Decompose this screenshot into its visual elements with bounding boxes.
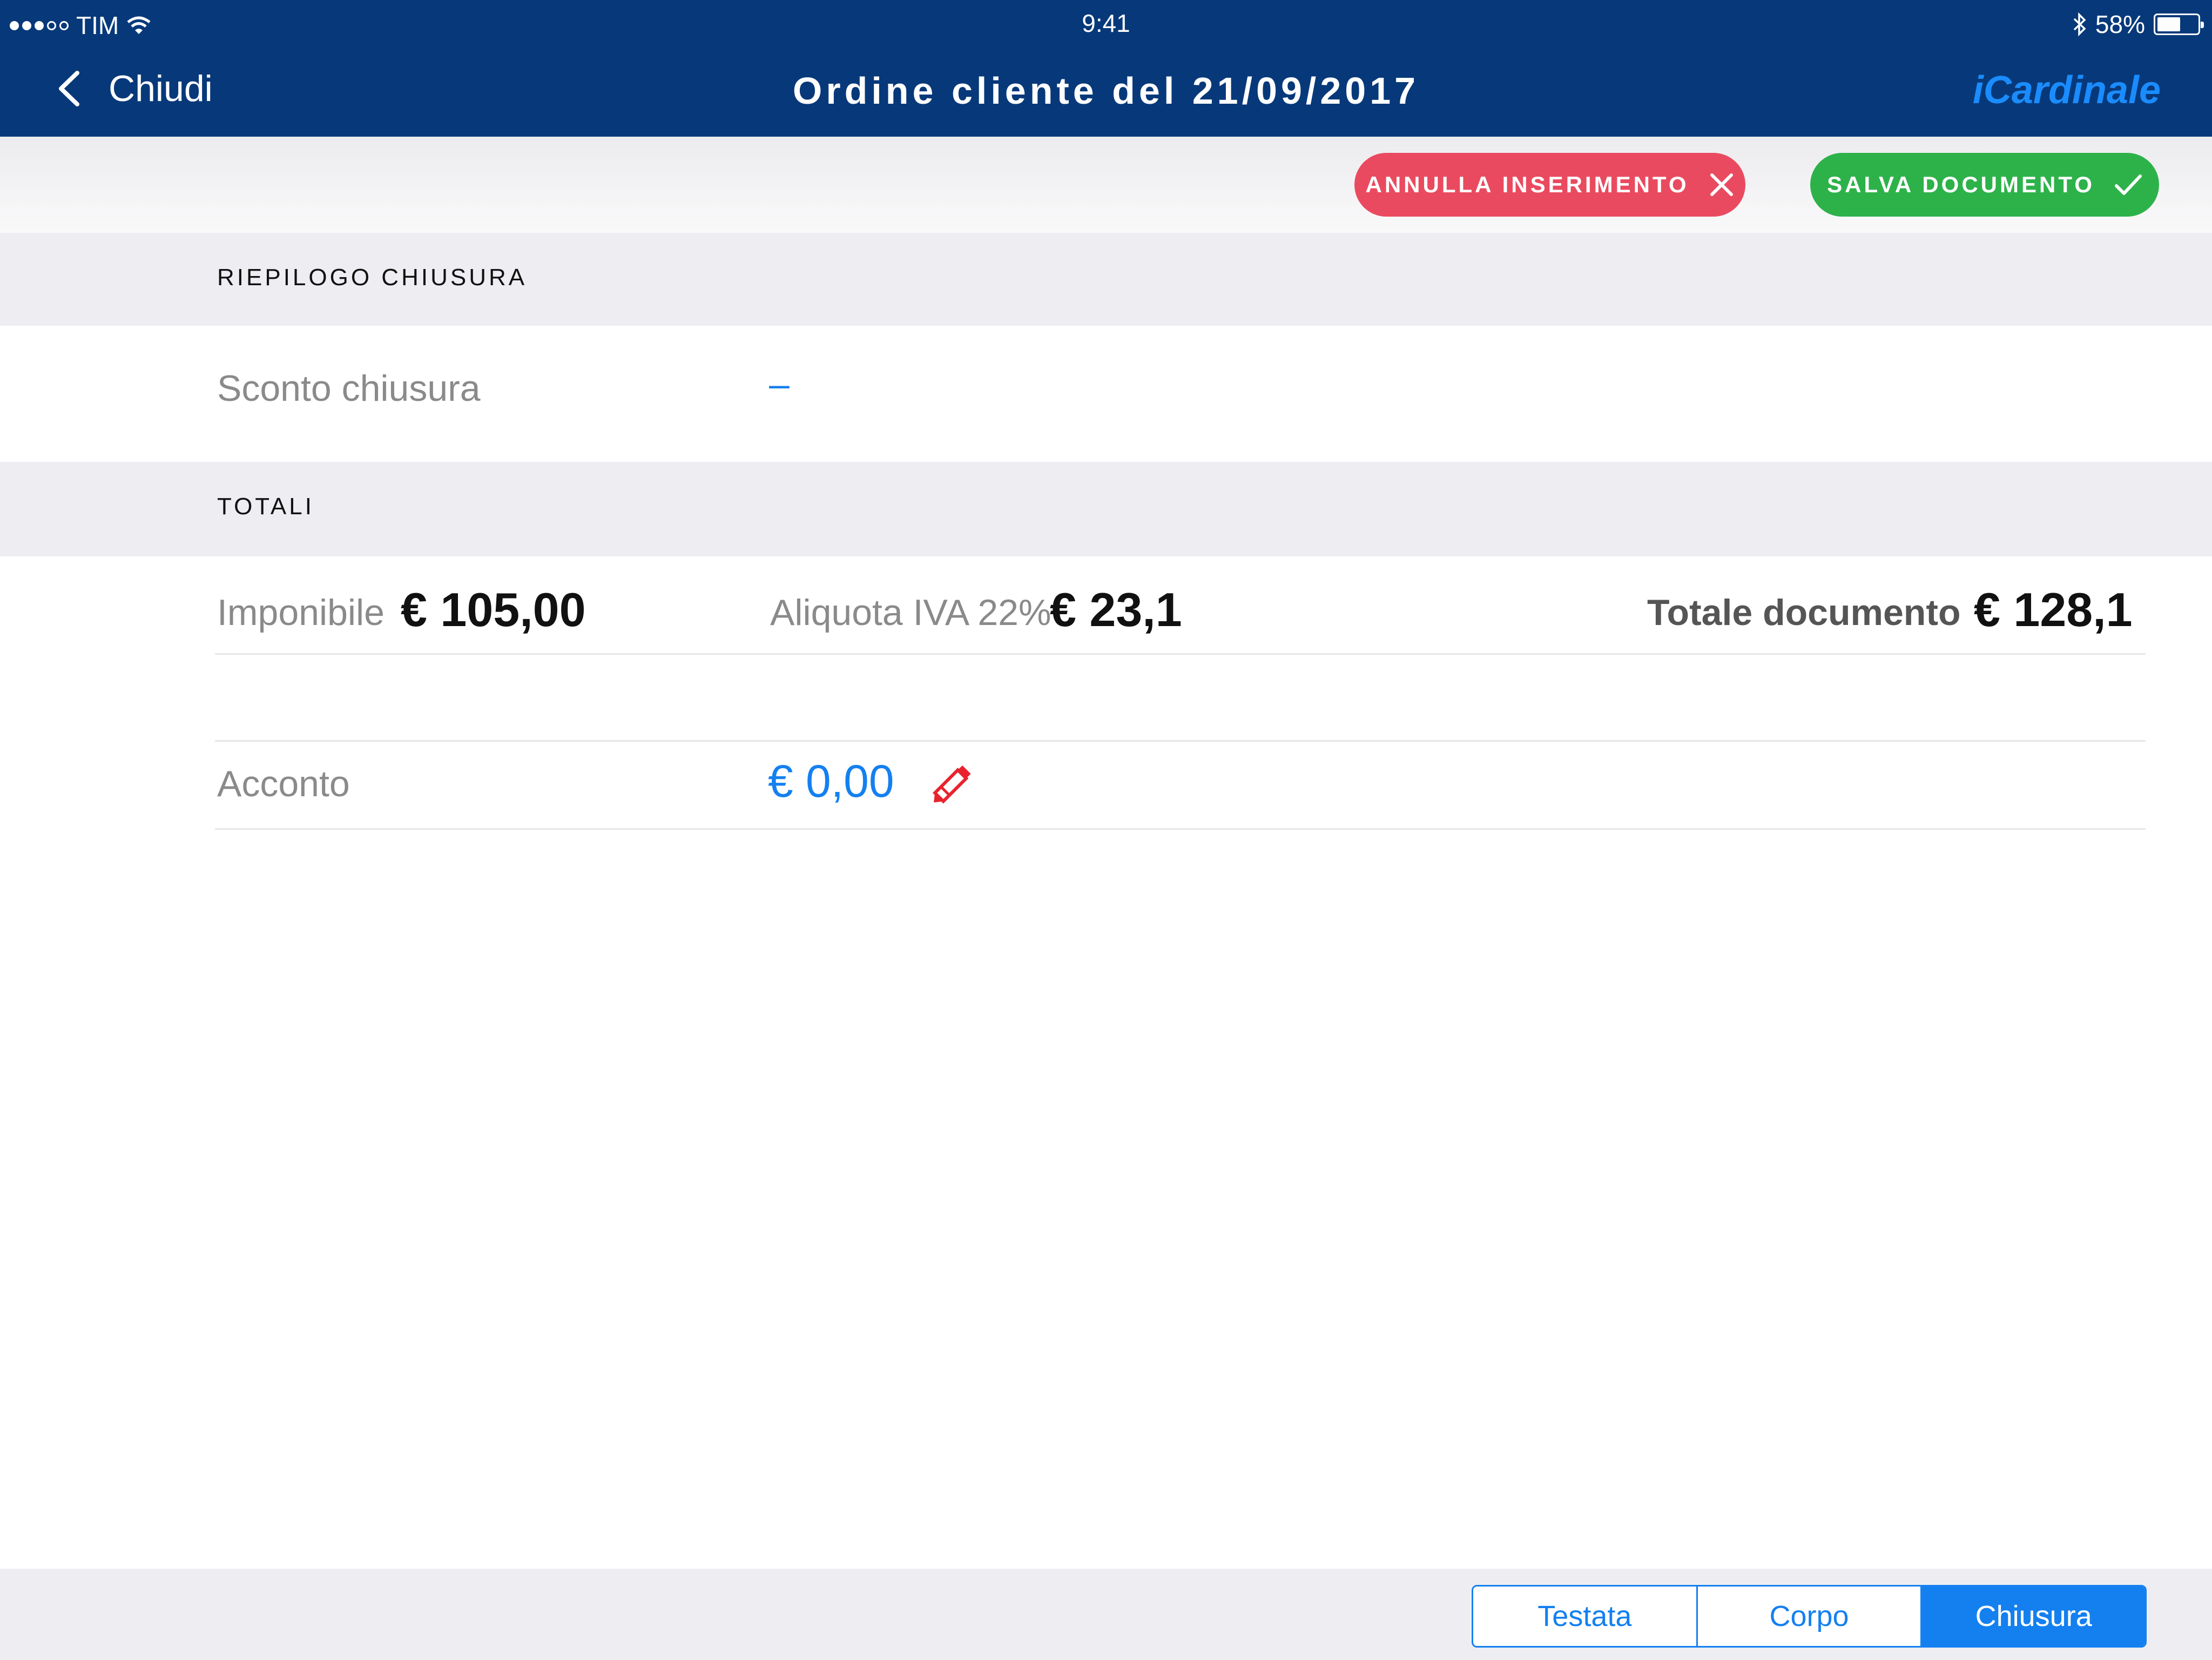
- save-document-button[interactable]: SALVA DOCUMENTO: [1810, 153, 2159, 217]
- brand-logo: iCardinale: [1972, 69, 2161, 112]
- top-bar: TIM 9:41 58% Chiudi Ordine cliente del 2…: [0, 0, 2212, 137]
- status-right: 58%: [2073, 10, 2204, 39]
- divider: [215, 828, 2146, 830]
- acconto-value[interactable]: € 0,00: [768, 755, 894, 808]
- totali-title: TOTALI: [217, 493, 314, 520]
- checkmark-icon: [2114, 174, 2142, 195]
- status-bar: TIM 9:41 58%: [0, 0, 2212, 49]
- tab-corpo[interactable]: Corpo: [1697, 1587, 1923, 1646]
- divider: [215, 653, 2146, 655]
- tab-chiusura-label: Chiusura: [1975, 1600, 2092, 1632]
- save-document-label: SALVA DOCUMENTO: [1827, 172, 2095, 197]
- iva-label: Aliquota IVA 22%: [770, 592, 1051, 633]
- pencil-edit-icon[interactable]: [927, 761, 977, 809]
- action-toolbar: ANNULLA INSERIMENTO SALVA DOCUMENTO: [0, 137, 2212, 233]
- page-title: Ordine cliente del 21/09/2017: [792, 70, 1420, 112]
- section-segmented-control: Testata Corpo Chiusura: [1472, 1585, 2147, 1648]
- sconto-label: Sconto chiusura: [217, 368, 481, 409]
- totale-label: Totale documento: [1647, 592, 1961, 633]
- bottom-bar: Testata Corpo Chiusura: [0, 1569, 2212, 1660]
- riepilogo-section-header: RIEPILOGO CHIUSURA: [0, 233, 2212, 326]
- totali-section-header: TOTALI: [0, 462, 2212, 556]
- cancel-insert-button[interactable]: ANNULLA INSERIMENTO: [1354, 153, 1745, 217]
- battery-icon: [2154, 14, 2204, 35]
- tab-chiusura[interactable]: Chiusura: [1922, 1587, 2145, 1646]
- acconto-label: Acconto: [217, 763, 350, 804]
- tab-testata-label: Testata: [1537, 1600, 1632, 1632]
- close-icon: [1710, 173, 1733, 196]
- bluetooth-icon: [2073, 12, 2086, 37]
- tab-testata[interactable]: Testata: [1473, 1587, 1698, 1646]
- divider: [215, 740, 2146, 742]
- riepilogo-title: RIEPILOGO CHIUSURA: [217, 264, 528, 291]
- battery-percent: 58%: [2095, 10, 2145, 38]
- iva-value: € 23,1: [1050, 583, 1182, 636]
- imponibile-value: € 105,00: [401, 583, 586, 636]
- tab-corpo-label: Corpo: [1769, 1600, 1849, 1632]
- clock: 9:41: [1082, 9, 1130, 37]
- totale-value: € 128,1: [1974, 583, 2133, 636]
- sconto-value[interactable]: –: [769, 363, 790, 405]
- navigation-bar: Chiudi Ordine cliente del 21/09/2017 iCa…: [0, 54, 2212, 130]
- cancel-insert-label: ANNULLA INSERIMENTO: [1365, 172, 1689, 197]
- imponibile-label: Imponibile: [217, 592, 385, 633]
